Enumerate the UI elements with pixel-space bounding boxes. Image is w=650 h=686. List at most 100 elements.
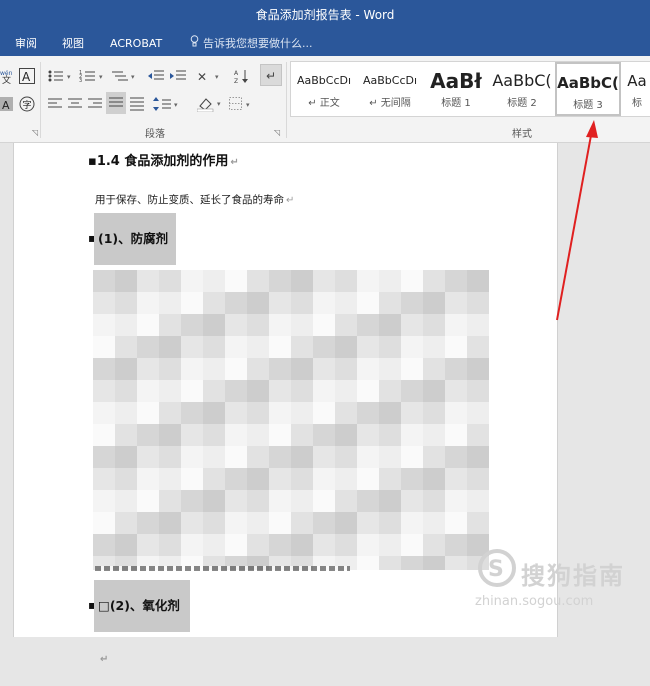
- mosaic-tile: [313, 512, 335, 534]
- borders-icon[interactable]: ▾: [228, 94, 256, 114]
- numbering-icon[interactable]: 1 2 3 ▾: [78, 66, 108, 86]
- style-heading-3[interactable]: AaBbC( 标题 3: [555, 62, 621, 116]
- justify-icon[interactable]: [106, 92, 126, 114]
- mosaic-tile: [225, 314, 247, 336]
- mosaic-tile: [269, 490, 291, 512]
- mosaic-tile: [203, 468, 225, 490]
- increase-indent-icon[interactable]: [168, 66, 188, 86]
- body-paragraph[interactable]: 用于保存、防止变质、延长了食品的寿命 ↵: [95, 192, 294, 207]
- mosaic-tile: [401, 336, 423, 358]
- mosaic-tile: [467, 512, 489, 534]
- decrease-indent-icon[interactable]: [146, 66, 166, 86]
- subheading-oxidant[interactable]: □(2)、氧化剂 ↵: [94, 580, 190, 665]
- align-left-icon[interactable]: [46, 94, 64, 114]
- enclose-character-icon[interactable]: 字: [18, 94, 36, 114]
- chinese-layout-icon[interactable]: ✕ ▾: [196, 66, 224, 86]
- style-normal[interactable]: AaBbCcDı ↵ 正文: [291, 62, 357, 116]
- mosaic-tile: [247, 468, 269, 490]
- section-heading[interactable]: ▪1.4 食品添加剂的作用 ↵: [88, 150, 239, 169]
- mosaic-tile: [379, 270, 401, 292]
- mosaic-tile: [93, 270, 115, 292]
- mosaic-tile: [225, 512, 247, 534]
- mosaic-tile: [115, 446, 137, 468]
- mosaic-tile: [335, 380, 357, 402]
- mosaic-tile: [137, 424, 159, 446]
- mosaic-tile: [137, 490, 159, 512]
- svg-text:A: A: [22, 70, 31, 84]
- mosaic-tile: [269, 358, 291, 380]
- paragraph-dialog-launcher-icon[interactable]: ◹: [274, 128, 280, 137]
- mosaic-tile: [335, 512, 357, 534]
- style-preview: AaBbCcDı: [296, 74, 352, 87]
- mosaic-tile: [115, 270, 137, 292]
- mosaic-tile: [401, 314, 423, 336]
- mosaic-tile: [247, 292, 269, 314]
- mosaic-tile: [203, 424, 225, 446]
- mosaic-tile: [423, 314, 445, 336]
- align-right-icon[interactable]: [86, 94, 104, 114]
- style-next[interactable]: Aa 标: [623, 62, 650, 116]
- mosaic-tile: [225, 270, 247, 292]
- tab-review[interactable]: 审阅: [15, 31, 37, 56]
- character-shading-icon[interactable]: A: [0, 94, 14, 114]
- multilevel-list-icon[interactable]: ▾: [110, 66, 140, 86]
- section-heading-text: 1.4 食品添加剂的作用: [96, 154, 229, 169]
- mosaic-tile: [401, 358, 423, 380]
- svg-text:字: 字: [23, 99, 32, 111]
- mosaic-tile: [93, 380, 115, 402]
- mosaic-tile: [247, 402, 269, 424]
- mosaic-tile: [203, 490, 225, 512]
- mosaic-tile: [247, 424, 269, 446]
- mosaic-tile: [115, 490, 137, 512]
- line-spacing-icon[interactable]: ▾: [152, 94, 182, 114]
- character-border-icon[interactable]: A: [18, 66, 36, 86]
- distributed-icon[interactable]: [128, 94, 146, 114]
- svg-text:3: 3: [79, 78, 82, 83]
- svg-text:▾: ▾: [217, 100, 221, 108]
- show-formatting-marks-icon[interactable]: ↵: [260, 64, 282, 86]
- mosaic-tile: [181, 292, 203, 314]
- mosaic-tile: [181, 468, 203, 490]
- subheading-preservative[interactable]: (1)、防腐剂↵: [94, 213, 176, 298]
- mosaic-tile: [247, 358, 269, 380]
- watermark-title: 搜狗指南: [521, 562, 625, 590]
- mosaic-tile: [379, 402, 401, 424]
- mosaic-tile: [445, 512, 467, 534]
- mosaic-tile: [203, 292, 225, 314]
- bullets-icon[interactable]: ▾: [46, 66, 76, 86]
- mosaic-tile: [291, 468, 313, 490]
- mosaic-tile: [357, 380, 379, 402]
- style-name: ↵ 正文: [308, 98, 340, 109]
- mosaic-tile: [269, 534, 291, 556]
- mosaic-tile: [225, 446, 247, 468]
- mosaic-tile: [181, 446, 203, 468]
- mosaic-tile: [335, 446, 357, 468]
- svg-text:✕: ✕: [197, 70, 207, 83]
- sort-icon[interactable]: AZ: [232, 66, 252, 86]
- tab-acrobat[interactable]: ACROBAT: [110, 31, 162, 56]
- mosaic-tile: [379, 446, 401, 468]
- body-text: 用于保存、防止变质、延长了食品的寿命: [95, 194, 284, 206]
- mosaic-tile: [291, 446, 313, 468]
- tell-me-search[interactable]: 告诉我您想要做什么...: [190, 31, 313, 56]
- mosaic-tile: [137, 534, 159, 556]
- mosaic-tile: [445, 424, 467, 446]
- mosaic-tile: [225, 336, 247, 358]
- mosaic-tile: [181, 512, 203, 534]
- style-heading-1[interactable]: AaBł 标题 1: [423, 62, 489, 116]
- mosaic-tile: [181, 424, 203, 446]
- mosaic-tile: [379, 468, 401, 490]
- mosaic-tile: [313, 468, 335, 490]
- style-heading-2[interactable]: AaBbC( 标题 2: [489, 62, 555, 116]
- style-no-spacing[interactable]: AaBbCcDı ↵ 无间隔: [357, 62, 423, 116]
- tab-view[interactable]: 视图: [62, 31, 84, 56]
- mosaic-tile: [159, 402, 181, 424]
- mosaic-tile: [115, 402, 137, 424]
- mosaic-tile: [467, 314, 489, 336]
- phonetic-guide-icon[interactable]: wén 文: [0, 66, 14, 86]
- mosaic-tile: [93, 446, 115, 468]
- shading-icon[interactable]: ▾: [196, 94, 226, 114]
- font-dialog-launcher-icon[interactable]: ◹: [32, 128, 38, 137]
- ribbon-tabs: 审阅 视图 ACROBAT 告诉我您想要做什么...: [0, 31, 650, 56]
- align-center-icon[interactable]: [66, 94, 84, 114]
